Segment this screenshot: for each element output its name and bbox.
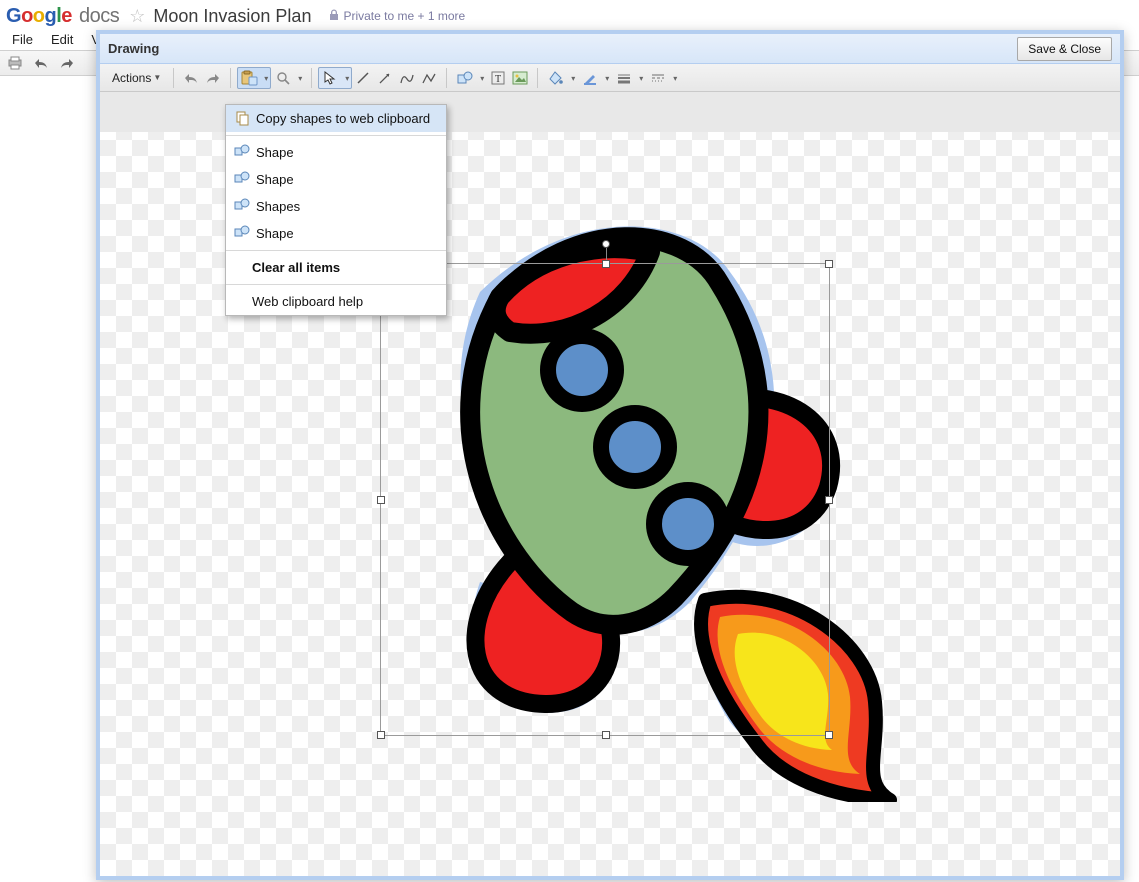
redo-icon[interactable]	[58, 54, 76, 72]
document-title[interactable]: Moon Invasion Plan	[153, 6, 311, 27]
shapes-icon	[234, 198, 250, 215]
image-button[interactable]	[509, 67, 531, 89]
star-icon[interactable]: ☆	[129, 7, 145, 25]
google-docs-logo: Google docs	[6, 5, 119, 28]
menu-clip-item[interactable]: Shape	[226, 166, 446, 193]
menu-clip-item[interactable]: Shape	[226, 220, 446, 247]
curve-tool-button[interactable]	[396, 67, 418, 89]
web-clipboard-menu: Copy shapes to web clipboard Shape Shape…	[225, 104, 447, 316]
resize-handle-se[interactable]	[825, 731, 833, 739]
redo-button[interactable]	[202, 67, 224, 89]
actions-menu-button[interactable]: Actions▼	[106, 68, 167, 88]
modal-title: Drawing	[108, 41, 159, 56]
menu-copy-shapes[interactable]: Copy shapes to web clipboard	[226, 105, 446, 132]
resize-handle-s[interactable]	[602, 731, 610, 739]
copy-icon	[234, 110, 250, 129]
line-weight-button[interactable]	[612, 67, 646, 89]
save-and-close-button[interactable]: Save & Close	[1017, 37, 1112, 61]
svg-text:T: T	[495, 74, 501, 85]
undo-button[interactable]	[180, 67, 202, 89]
undo-icon[interactable]	[32, 54, 50, 72]
menu-clip-item[interactable]: Shapes	[226, 193, 446, 220]
polyline-tool-button[interactable]	[418, 67, 440, 89]
resize-handle-sw[interactable]	[377, 731, 385, 739]
arrow-tool-button[interactable]	[374, 67, 396, 89]
menu-clip-item[interactable]: Shape	[226, 139, 446, 166]
resize-handle-w[interactable]	[377, 496, 385, 504]
zoom-button[interactable]	[271, 67, 305, 89]
selection-box[interactable]	[380, 263, 830, 736]
resize-handle-e[interactable]	[825, 496, 833, 504]
menu-clipboard-help[interactable]: Web clipboard help	[226, 288, 446, 315]
select-tool-button[interactable]	[318, 67, 352, 89]
resize-handle-n[interactable]	[602, 260, 610, 268]
rotation-handle[interactable]	[602, 240, 610, 248]
shapes-icon	[234, 144, 250, 161]
privacy-label[interactable]: Private to me + 1 more	[329, 9, 465, 24]
line-tool-button[interactable]	[352, 67, 374, 89]
menu-edit[interactable]: Edit	[43, 30, 81, 49]
drawing-modal: Drawing Save & Close Actions▼ T	[96, 30, 1124, 880]
fill-color-button[interactable]	[544, 67, 578, 89]
web-clipboard-button[interactable]	[237, 67, 271, 89]
print-icon[interactable]	[6, 54, 24, 72]
menu-file[interactable]: File	[4, 30, 41, 49]
text-box-button[interactable]: T	[487, 67, 509, 89]
shapes-icon	[234, 171, 250, 188]
shapes-icon	[234, 225, 250, 242]
line-dash-button[interactable]	[646, 67, 680, 89]
lock-icon	[329, 9, 339, 24]
menu-clear-all[interactable]: Clear all items	[226, 254, 446, 281]
line-color-button[interactable]	[578, 67, 612, 89]
drawing-toolbar: Actions▼ T	[100, 64, 1120, 92]
resize-handle-ne[interactable]	[825, 260, 833, 268]
shape-tool-button[interactable]	[453, 67, 487, 89]
